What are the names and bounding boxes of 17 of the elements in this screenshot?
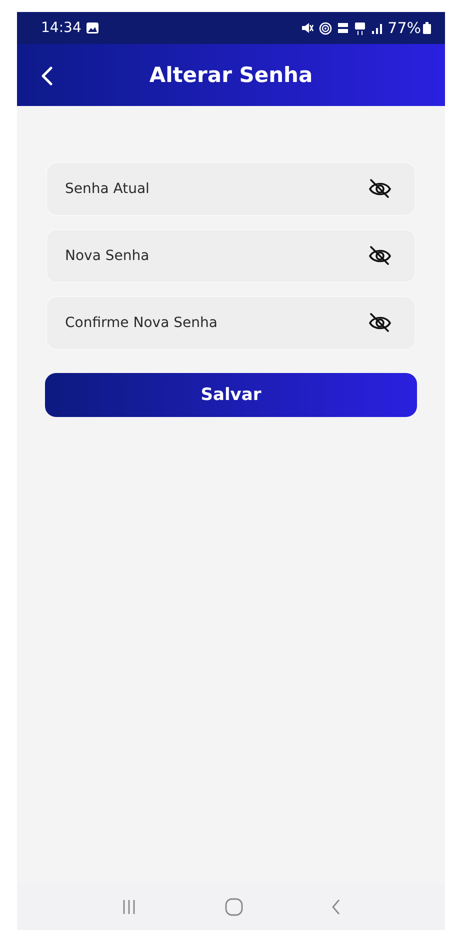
- password-field[interactable]: Senha Atual: [46, 162, 416, 216]
- mute-icon: [300, 22, 314, 34]
- eye-slash-icon[interactable]: [368, 312, 392, 334]
- password-field[interactable]: Nova Senha: [46, 229, 416, 283]
- eye-slash-icon[interactable]: [368, 245, 392, 267]
- battery-icon: [423, 22, 431, 34]
- battery-percent: 77%: [388, 19, 421, 37]
- password-field[interactable]: Confirme Nova Senha: [46, 296, 416, 350]
- screen-title: Alterar Senha: [149, 63, 313, 87]
- save-button[interactable]: Salvar: [45, 373, 417, 417]
- hotspot-icon: [318, 22, 332, 34]
- recent-apps-icon[interactable]: [121, 899, 137, 915]
- eye-slash-icon[interactable]: [368, 178, 392, 200]
- home-icon[interactable]: [225, 898, 243, 916]
- image-icon: [86, 22, 100, 34]
- signal-icon: [370, 22, 383, 34]
- clock-time: 14:34: [41, 20, 82, 36]
